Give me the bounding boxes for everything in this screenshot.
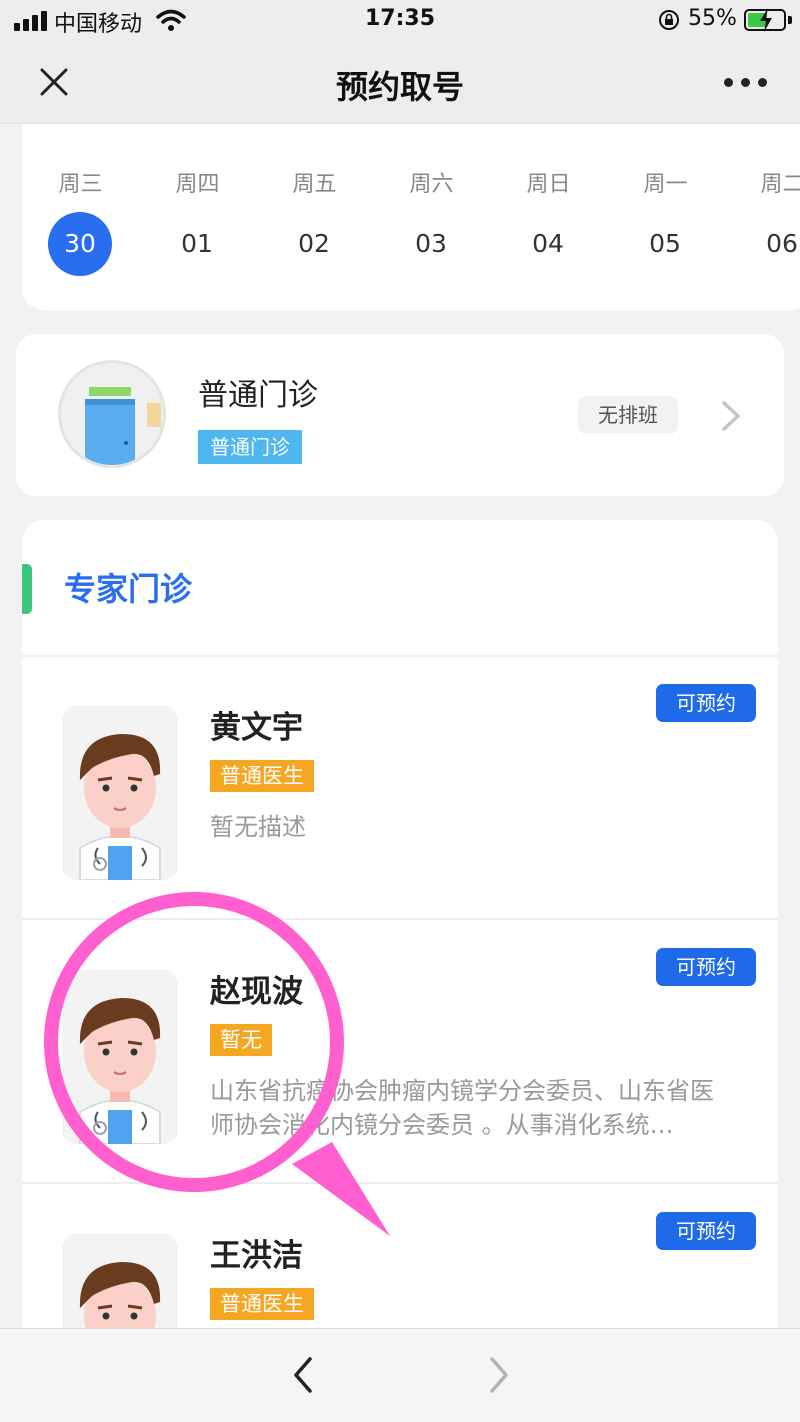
weekday-label: 周一 [643, 172, 688, 197]
doctor-item[interactable]: 黄文宇 普通医生 暂无描述 可预约 [22, 658, 778, 920]
chevron-right-icon[interactable] [720, 400, 742, 432]
date-item[interactable]: 周四 01 [139, 124, 256, 310]
day-number: 01 [181, 229, 213, 258]
clinic-name: 普通门诊 [198, 378, 318, 413]
back-arrow-icon[interactable] [288, 1355, 318, 1395]
doctor-name: 赵现波 [210, 974, 303, 1010]
date-selector: 周三 30 周四 01 周五 02 周六 03 周日 04 周一 05 周二 0… [22, 124, 800, 310]
doctor-avatar [62, 706, 178, 880]
weekday-label: 周日 [526, 172, 571, 197]
doctor-avatar [62, 1234, 178, 1340]
expert-clinic-section: 专家门诊 黄文宇 普通医生 暂无描述 可预约 赵现波 暂无 山东省抗癌协会肿瘤内… [22, 520, 778, 1340]
divider [22, 1182, 778, 1184]
doctor-description: 暂无描述 [210, 813, 306, 841]
doctor-level-badge: 普通医生 [210, 1288, 314, 1320]
date-item[interactable]: 周六 03 [373, 124, 490, 310]
book-button[interactable]: 可预约 [656, 1212, 756, 1250]
date-item[interactable]: 周二 06 [724, 124, 800, 310]
doctor-name: 王洪洁 [210, 1238, 303, 1274]
book-button[interactable]: 可预约 [656, 948, 756, 986]
general-clinic-card[interactable]: 普通门诊 普通门诊 无排班 [16, 334, 784, 496]
date-item[interactable]: 周五 02 [256, 124, 373, 310]
clinic-door-icon [58, 360, 166, 468]
day-number: 04 [532, 229, 564, 258]
status-bar: 中国移动 17:35 55% [0, 0, 800, 40]
day-number: 30 [48, 212, 112, 276]
nav-bar: 预约取号 [0, 40, 800, 124]
charging-icon [760, 8, 772, 32]
date-item[interactable]: 周三 30 [22, 124, 139, 310]
day-number: 06 [766, 229, 798, 258]
section-title: 专家门诊 [64, 570, 193, 608]
bottom-nav-bar [0, 1328, 800, 1422]
doctor-level-badge: 普通医生 [210, 760, 314, 792]
forward-arrow-icon[interactable] [484, 1355, 514, 1395]
book-button[interactable]: 可预约 [656, 684, 756, 722]
rotation-lock-icon [659, 10, 679, 30]
schedule-status-badge: 无排班 [578, 396, 678, 434]
clock: 17:35 [364, 6, 436, 31]
weekday-label: 周六 [409, 172, 454, 197]
divider [22, 918, 778, 920]
weekday-label: 周二 [760, 172, 800, 197]
weekday-label: 周三 [58, 172, 103, 197]
weekday-label: 周四 [175, 172, 220, 197]
more-icon[interactable] [724, 78, 768, 88]
doctor-level-badge: 暂无 [210, 1024, 272, 1056]
day-number: 05 [649, 229, 681, 258]
clinic-type-badge: 普通门诊 [198, 430, 302, 464]
doctor-item[interactable]: 赵现波 暂无 山东省抗癌协会肿瘤内镜学分会委员、山东省医师协会消化内镜分会委员 … [22, 922, 778, 1184]
section-accent-bar [22, 564, 32, 614]
date-item[interactable]: 周日 04 [490, 124, 607, 310]
battery-tip [788, 16, 792, 24]
doctor-avatar [62, 970, 178, 1144]
doctor-description: 山东省抗癌协会肿瘤内镜学分会委员、山东省医师协会消化内镜分会委员 。从事消化系统… [210, 1077, 714, 1139]
day-number: 03 [415, 229, 447, 258]
doctor-item[interactable]: 王洪洁 普通医生 可预约 [22, 1186, 778, 1340]
doctor-name: 黄文宇 [210, 710, 303, 746]
battery-percent: 55% [688, 6, 737, 31]
weekday-label: 周五 [292, 172, 337, 197]
date-item[interactable]: 周一 05 [607, 124, 724, 310]
page-title: 预约取号 [335, 68, 464, 106]
day-number: 02 [298, 229, 330, 258]
